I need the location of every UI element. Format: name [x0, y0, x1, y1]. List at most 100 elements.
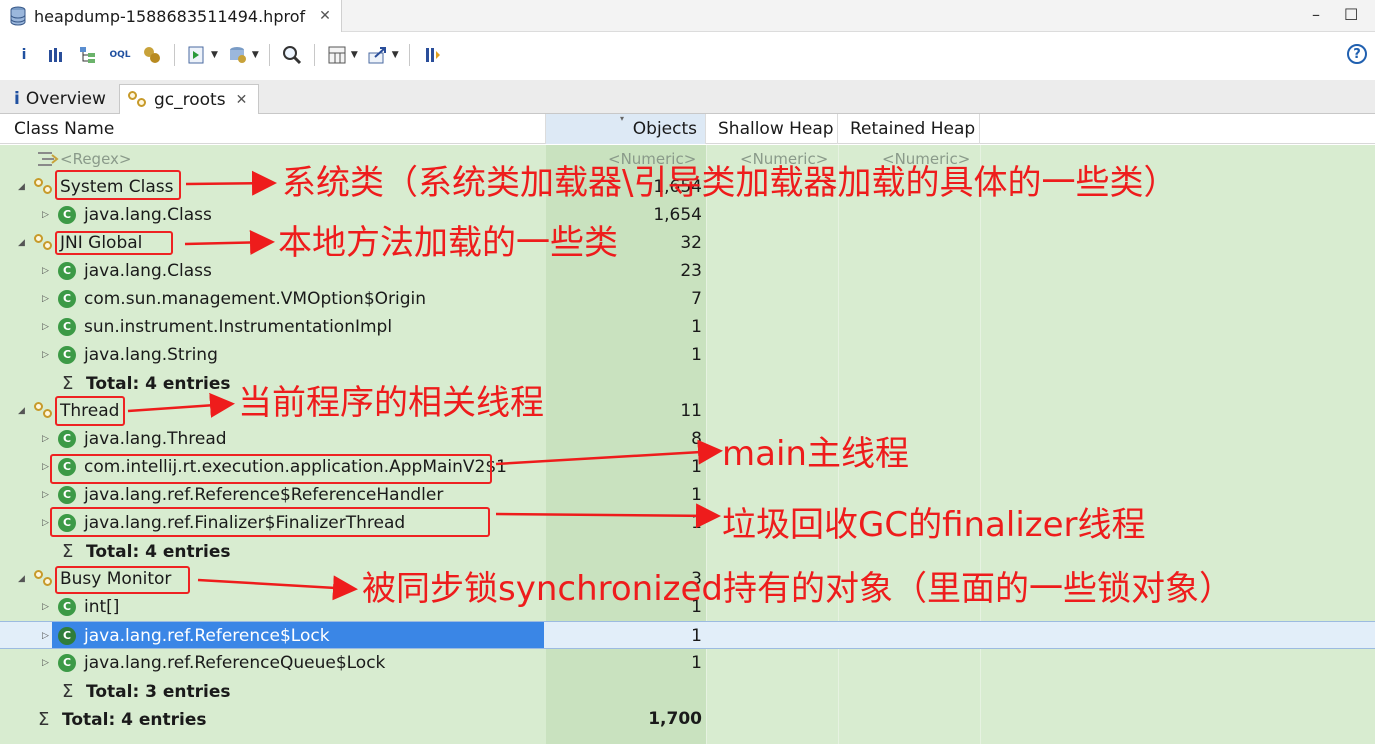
chevron-down-icon[interactable]: ▼ [252, 50, 259, 60]
sum-icon: Σ [38, 709, 50, 730]
gc-roots-table: <Regex> <Numeric> <Numeric> <Numeric> ◢ … [0, 145, 1375, 744]
row-label: java.lang.Thread [84, 429, 227, 449]
collapse-icon[interactable]: ◢ [18, 406, 25, 416]
column-header: Class Name Objects Shallow Heap Retained… [0, 114, 1375, 144]
tab-overview-label: Overview [25, 89, 106, 109]
expand-icon[interactable]: ▷ [42, 602, 49, 612]
toolbar-separator [408, 44, 410, 66]
row-label: java.lang.ref.Reference$ReferenceHandler [84, 485, 444, 505]
class-icon: C [58, 262, 76, 280]
row-label: java.lang.ref.ReferenceQueue$Lock [84, 653, 386, 673]
table-row[interactable]: ▷ Cjava.lang.Class 23 [0, 257, 1375, 285]
row-label: int[] [84, 597, 120, 617]
expand-icon[interactable]: ▷ [42, 350, 49, 360]
search-icon[interactable] [281, 44, 303, 66]
regex-filter-input[interactable]: <Regex> [36, 149, 131, 169]
row-label: java.lang.String [84, 345, 218, 365]
gc-root-icon [34, 233, 56, 253]
sort-indicator-icon: ▾ [620, 114, 625, 123]
close-icon[interactable]: ✕ [319, 8, 331, 24]
toolbar: i OQL ▼ ▼ ▼ ▼ [0, 33, 1375, 77]
expand-icon[interactable]: ▷ [42, 518, 49, 528]
thread-overview-icon[interactable] [141, 44, 163, 66]
gc-root-icon [128, 90, 150, 110]
close-icon[interactable]: ✕ [236, 92, 248, 108]
expand-icon[interactable]: ▷ [42, 462, 49, 472]
expand-icon[interactable]: ▷ [42, 631, 49, 641]
chevron-down-icon[interactable]: ▼ [351, 50, 358, 60]
total-row: Σ Total: 3 entries [0, 677, 1375, 705]
table-row[interactable]: ▷ Cjava.lang.Thread 8 [0, 425, 1375, 453]
table-row[interactable]: ▷ Cjava.lang.ref.Reference$ReferenceHand… [0, 481, 1375, 509]
table-row[interactable]: ▷ Cjava.lang.ref.ReferenceQueue$Lock 1 [0, 649, 1375, 677]
minimize-button[interactable]: – [1312, 5, 1320, 24]
info-icon: i [14, 89, 20, 109]
column-retained-heap[interactable]: Retained Heap [838, 114, 980, 144]
table-row[interactable]: ▷ Csun.instrument.InstrumentationImpl 1 [0, 313, 1375, 341]
objects-cell: 8 [691, 429, 702, 449]
table-row[interactable]: ◢ JNI Global 32 [0, 229, 1375, 257]
annotation-box-main-thread [50, 454, 492, 484]
calculator-icon[interactable] [326, 44, 348, 66]
objects-cell: 1 [691, 457, 702, 477]
column-class-name[interactable]: Class Name [0, 114, 546, 144]
class-icon: C [58, 486, 76, 504]
chevron-down-icon[interactable]: ▼ [211, 50, 218, 60]
histogram-icon[interactable] [45, 44, 67, 66]
class-icon: C [58, 290, 76, 308]
objects-cell: 1 [691, 345, 702, 365]
file-tab-label: heapdump-1588683511494.hprof [34, 6, 306, 26]
tab-overview[interactable]: i Overview [6, 84, 118, 114]
column-shallow-heap[interactable]: Shallow Heap [706, 114, 838, 144]
row-label: com.sun.management.VMOption$Origin [84, 289, 427, 309]
objects-cell: 1 [691, 626, 702, 646]
total-row: Σ Total: 4 entries [0, 369, 1375, 397]
annotation-finalizer: 垃圾回收GC的finalizer线程 [722, 505, 1146, 545]
row-label: java.lang.ref.Reference$Lock [84, 626, 330, 646]
gc-root-icon [34, 569, 56, 589]
regex-placeholder: <Regex> [60, 150, 132, 168]
expand-icon[interactable]: ▷ [42, 266, 49, 276]
column-objects[interactable]: Objects [546, 114, 706, 144]
expand-icon[interactable]: ▷ [42, 322, 49, 332]
annotation-jni-global: 本地方法加载的一些类 [278, 223, 618, 263]
info-icon[interactable]: i [13, 44, 35, 66]
row-label: Total: 3 entries [86, 681, 231, 702]
expand-icon[interactable]: ▷ [42, 434, 49, 444]
table-row[interactable]: ▷ Cjava.lang.Class 1,654 [0, 201, 1375, 229]
objects-cell: 11 [680, 401, 702, 421]
title-bar: heapdump-1588683511494.hprof ✕ – ☐ [0, 0, 1375, 32]
annotation-box-busy-monitor [55, 566, 190, 594]
table-row[interactable]: ◢ Thread 11 [0, 397, 1375, 425]
dominator-tree-icon[interactable] [77, 44, 99, 66]
oql-icon[interactable]: OQL [109, 44, 131, 66]
annotation-box-jni-global [55, 231, 173, 255]
chevron-down-icon[interactable]: ▼ [392, 50, 399, 60]
collapse-icon[interactable]: ◢ [18, 182, 25, 192]
tab-gc-roots[interactable]: gc_roots ✕ [119, 84, 259, 114]
class-icon: C [58, 627, 76, 645]
table-row-selected[interactable]: ▷ Cjava.lang.ref.Reference$Lock 1 [0, 621, 1375, 649]
expand-icon[interactable]: ▷ [42, 294, 49, 304]
expand-icon[interactable]: ▷ [42, 658, 49, 668]
row-label: Total: 4 entries [62, 709, 207, 730]
table-row[interactable]: ▷ Cjava.lang.String 1 [0, 341, 1375, 369]
export-icon[interactable] [367, 44, 389, 66]
table-row[interactable]: ▷ Ccom.sun.management.VMOption$Origin 7 [0, 285, 1375, 313]
collapse-icon[interactable]: ◢ [18, 238, 25, 248]
run-report-icon[interactable] [186, 44, 208, 66]
heap-dump-icon [10, 6, 26, 26]
expand-icon[interactable]: ▷ [42, 490, 49, 500]
toolbar-separator [268, 44, 270, 66]
annotation-main-thread: main主线程 [722, 434, 909, 474]
collapse-icon[interactable]: ◢ [18, 574, 25, 584]
query-browser-icon[interactable] [227, 44, 249, 66]
gc-root-icon [34, 177, 56, 197]
class-icon: C [58, 430, 76, 448]
help-icon[interactable]: ? [1347, 44, 1367, 64]
maximize-button[interactable]: ☐ [1344, 5, 1358, 24]
editor-file-tab[interactable]: heapdump-1588683511494.hprof ✕ [0, 0, 342, 32]
pin-icon[interactable] [421, 44, 443, 66]
expand-icon[interactable]: ▷ [42, 210, 49, 220]
objects-cell: 1 [691, 653, 702, 673]
